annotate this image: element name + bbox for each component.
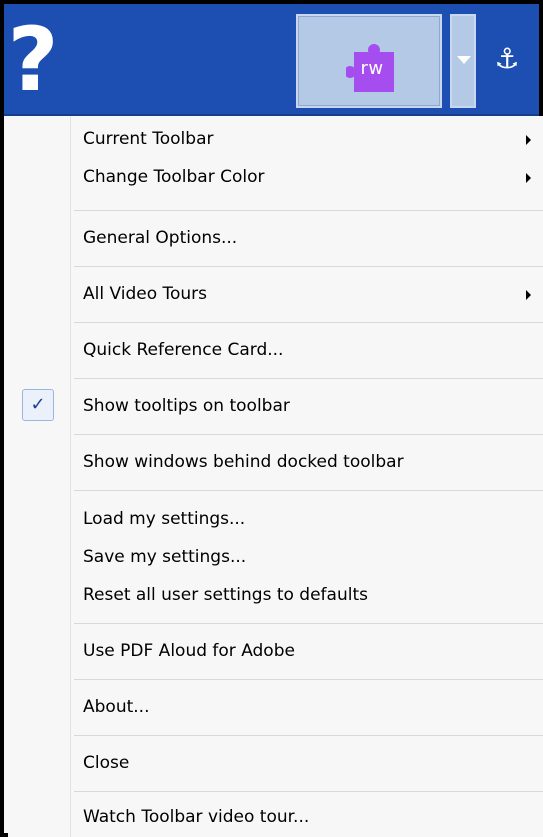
- menu-item-reset-settings[interactable]: Reset all user settings to defaults: [8, 578, 543, 614]
- menu-separator: [74, 490, 543, 491]
- window-frame: ? rw ⚓ Current Toolbar Change Toolbar Co…: [0, 0, 543, 837]
- menu-item-label: Use PDF Aloud for Adobe: [83, 641, 295, 661]
- menu-separator: [74, 735, 543, 736]
- menu-item-save-settings[interactable]: Save my settings...: [8, 540, 543, 576]
- menu-item-quick-reference-card[interactable]: Quick Reference Card...: [8, 333, 543, 369]
- question-mark-icon[interactable]: ?: [6, 10, 60, 110]
- toolbar-dropdown-button[interactable]: [450, 14, 476, 108]
- menu-item-label: Show tooltips on toolbar: [83, 396, 290, 416]
- menu-item-label: About...: [83, 697, 150, 717]
- menu-item-change-toolbar-color[interactable]: Change Toolbar Color: [8, 160, 543, 196]
- menu-item-show-tooltips[interactable]: Show tooltips on toolbar: [8, 389, 543, 425]
- menu-separator: [74, 378, 543, 379]
- menu-separator: [74, 322, 543, 323]
- menu-item-current-toolbar[interactable]: Current Toolbar: [8, 122, 543, 158]
- menu-item-close[interactable]: Close: [8, 746, 543, 782]
- puzzle-piece-icon: rw: [346, 44, 398, 96]
- submenu-arrow-icon: [526, 135, 531, 145]
- menu-separator: [74, 791, 543, 792]
- menu-item-label: Close: [83, 753, 130, 773]
- rw-label: rw: [360, 58, 384, 79]
- menu-item-label: Change Toolbar Color: [83, 167, 265, 187]
- menu-separator: [74, 434, 543, 435]
- menu-separator: [74, 210, 543, 211]
- rw-toolbar-button[interactable]: rw: [296, 14, 442, 108]
- menu-item-label: Load my settings...: [83, 509, 246, 529]
- menu-item-show-windows-behind[interactable]: Show windows behind docked toolbar: [8, 445, 543, 481]
- menu-item-load-settings[interactable]: Load my settings...: [8, 502, 543, 538]
- menu-item-about[interactable]: About...: [8, 690, 543, 726]
- menu-separator: [74, 266, 543, 267]
- menu-item-label: All Video Tours: [83, 284, 208, 304]
- toolbar: ? rw ⚓: [4, 4, 539, 116]
- menu-item-use-pdf-aloud[interactable]: Use PDF Aloud for Adobe: [8, 634, 543, 670]
- menu-item-label: Current Toolbar: [83, 129, 214, 149]
- menu-item-label: Quick Reference Card...: [83, 340, 284, 360]
- options-menu: Current Toolbar Change Toolbar Color Gen…: [8, 116, 543, 837]
- menu-item-watch-video-tour[interactable]: Watch Toolbar video tour...: [8, 800, 543, 836]
- menu-item-label: Save my settings...: [83, 547, 247, 567]
- menu-item-general-options[interactable]: General Options...: [8, 221, 543, 257]
- menu-item-label: Show windows behind docked toolbar: [83, 452, 404, 472]
- submenu-arrow-icon: [526, 173, 531, 183]
- menu-item-label: General Options...: [83, 228, 238, 248]
- menu-item-label: Watch Toolbar video tour...: [83, 807, 310, 827]
- chevron-down-icon: [457, 56, 471, 64]
- submenu-arrow-icon: [526, 290, 531, 300]
- menu-separator: [74, 679, 543, 680]
- anchor-icon[interactable]: ⚓: [490, 42, 524, 76]
- menu-item-all-video-tours[interactable]: All Video Tours: [8, 277, 543, 313]
- menu-item-label: Reset all user settings to defaults: [83, 585, 368, 605]
- menu-separator: [74, 623, 543, 624]
